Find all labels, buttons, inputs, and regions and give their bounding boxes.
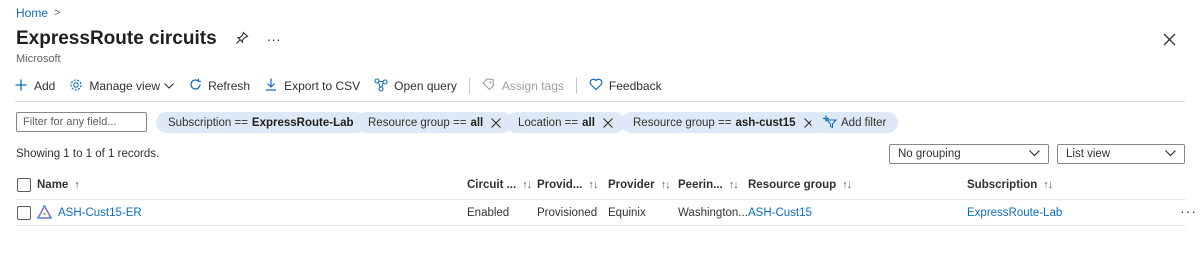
toolbar-divider — [575, 78, 577, 94]
assign-tags-button[interactable]: Assign tags — [482, 78, 564, 94]
sort-up-icon: ↑ — [74, 179, 79, 191]
filter-pill-label: Subscription == — [168, 116, 248, 129]
row-divider — [16, 225, 1186, 226]
view-value: List view — [1066, 148, 1111, 160]
breadcrumb-home-link[interactable]: Home — [16, 6, 48, 20]
row-more-icon[interactable]: ··· — [1180, 203, 1197, 219]
export-csv-button[interactable]: Export to CSV — [264, 78, 360, 94]
breadcrumb: Home > — [16, 6, 60, 20]
filter-pill-label: Resource group == — [633, 116, 732, 129]
column-header-provider-status[interactable]: Provid... ↑↓ — [537, 179, 598, 191]
cell-peering-location: Washington... — [678, 207, 748, 219]
column-header-peering-location[interactable]: Peerin... ↑↓ — [678, 179, 739, 191]
sort-icon: ↑↓ — [660, 179, 671, 191]
cell-provider: Equinix — [608, 207, 646, 219]
tag-icon — [482, 78, 496, 94]
filter-pill-resource-group-ash[interactable]: Resource group == ash-cust15 — [621, 112, 826, 133]
pin-icon[interactable] — [235, 31, 249, 48]
assign-tags-label: Assign tags — [501, 79, 564, 93]
column-label: Provider — [608, 179, 655, 191]
plus-icon — [14, 79, 28, 94]
filter-pill-value: ExpressRoute-Lab — [251, 116, 354, 129]
add-filter-icon — [823, 115, 838, 131]
column-label: Circuit ... — [467, 179, 517, 191]
sort-icon: ↑↓ — [588, 179, 598, 191]
sort-icon: ↑↓ — [842, 179, 852, 191]
add-button[interactable]: Add — [14, 79, 55, 94]
manage-view-label: Manage view — [89, 79, 161, 93]
query-icon — [374, 77, 388, 95]
sort-icon: ↑↓ — [522, 179, 532, 191]
ellipsis-icon[interactable]: ··· — [267, 31, 281, 47]
feedback-label: Feedback — [608, 79, 662, 93]
column-label: Subscription — [967, 179, 1038, 191]
chevron-down-icon — [164, 81, 174, 92]
export-csv-label: Export to CSV — [284, 79, 361, 93]
toolbar-divider-line — [14, 101, 1186, 102]
filter-pill-subscription[interactable]: Subscription == ExpressRoute-Lab — [156, 112, 366, 133]
filter-pill-label: Resource group == — [368, 116, 467, 129]
download-icon — [264, 78, 278, 94]
column-header-name[interactable]: Name ↑ — [37, 179, 80, 191]
column-header-resource-group[interactable]: Resource group ↑↓ — [748, 179, 852, 191]
filter-pill-label: Location == — [518, 116, 579, 129]
manage-view-button[interactable]: Manage view — [69, 78, 174, 95]
filter-pill-value: all — [470, 116, 484, 129]
add-label: Add — [34, 79, 56, 93]
add-filter-label: Add filter — [841, 116, 887, 129]
refresh-icon — [188, 78, 202, 94]
cell-provider-status: Provisioned — [537, 207, 598, 219]
close-icon[interactable] — [491, 115, 502, 131]
refresh-label: Refresh — [208, 79, 251, 93]
sort-icon: ↑↓ — [728, 179, 739, 191]
open-query-label: Open query — [394, 79, 457, 93]
column-label: Provid... — [537, 179, 583, 191]
filter-pill-value: all — [582, 116, 595, 129]
add-filter-button[interactable]: Add filter — [811, 112, 899, 133]
grouping-value: No grouping — [898, 148, 961, 160]
open-query-button[interactable]: Open query — [374, 77, 457, 95]
toolbar-divider — [468, 78, 470, 94]
filter-input[interactable]: Filter for any field... — [16, 112, 147, 132]
heart-icon — [589, 78, 603, 94]
column-label: Name — [37, 179, 69, 191]
header-divider — [16, 199, 1186, 200]
page-title: ExpressRoute circuits — [16, 28, 217, 49]
column-label: Peerin... — [678, 179, 723, 191]
refresh-button[interactable]: Refresh — [188, 78, 250, 94]
subscription-link[interactable]: ExpressRoute-Lab — [967, 207, 1062, 219]
page-header: ExpressRoute circuits ··· — [16, 28, 281, 50]
close-icon[interactable] — [603, 115, 613, 131]
filter-pill-location[interactable]: Location == all — [506, 112, 625, 133]
sort-icon: ↑↓ — [1043, 179, 1053, 191]
column-header-provider[interactable]: Provider ↑↓ — [608, 179, 671, 191]
chevron-down-icon — [1165, 149, 1176, 160]
chevron-down-icon — [1029, 149, 1040, 160]
records-count: Showing 1 to 1 of 1 records. — [16, 148, 160, 160]
column-label: Resource group — [748, 179, 837, 191]
page-subtitle: Microsoft — [16, 53, 61, 65]
grouping-dropdown[interactable]: No grouping — [889, 144, 1049, 164]
feedback-button[interactable]: Feedback — [589, 78, 662, 94]
column-header-circuit-status[interactable]: Circuit ... ↑↓ — [467, 179, 532, 191]
close-icon[interactable] — [1163, 30, 1176, 51]
command-bar: Add Manage view Refresh Export to CSV Op… — [14, 76, 676, 96]
gear-icon — [69, 78, 83, 95]
cell-circuit-status: Enabled — [467, 207, 510, 219]
filter-pill-value: ash-cust15 — [735, 116, 796, 129]
filter-pill-resource-group-all[interactable]: Resource group == all — [356, 112, 514, 133]
expressroute-icon — [36, 204, 53, 222]
select-all-checkbox[interactable] — [17, 178, 31, 192]
column-header-subscription[interactable]: Subscription ↑↓ — [967, 179, 1053, 191]
view-dropdown[interactable]: List view — [1057, 144, 1185, 164]
row-checkbox[interactable] — [17, 206, 31, 220]
circuit-name-link[interactable]: ASH-Cust15-ER — [58, 207, 142, 219]
chevron-right-icon: > — [54, 7, 61, 19]
resource-group-link[interactable]: ASH-Cust15 — [748, 207, 812, 219]
